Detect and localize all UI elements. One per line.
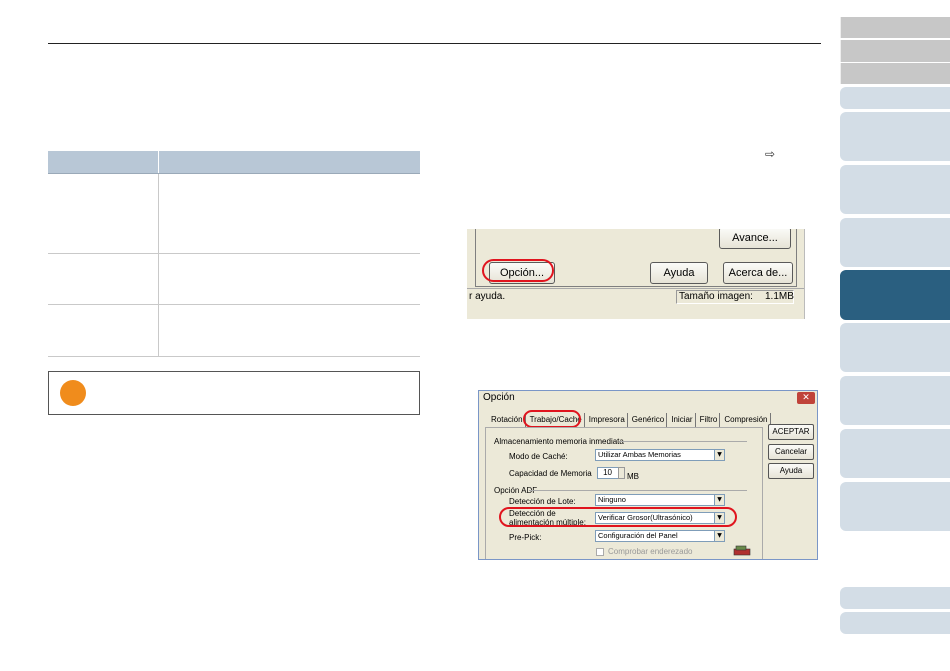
- scanner-dialog-screenshot: Avance... Opción... Ayuda Acerca de... r…: [467, 229, 805, 319]
- image-size-label: Tamaño imagen:: [679, 291, 753, 302]
- batch-detection-select[interactable]: Ninguno ▼: [595, 494, 725, 506]
- cache-mode-select[interactable]: Utilizar Ambas Memorias ▼: [595, 449, 725, 461]
- batch-detection-label: Detección de Lote:: [509, 497, 576, 506]
- advance-button[interactable]: Avance...: [719, 229, 791, 249]
- sidebar-tab-5[interactable]: [840, 112, 950, 161]
- cancel-button[interactable]: Cancelar: [768, 444, 814, 460]
- sidebar-tab-9[interactable]: [840, 323, 950, 372]
- tab-filter[interactable]: Filtro: [698, 413, 721, 427]
- dialog-title: Opción: [483, 392, 515, 403]
- check-skew-checkbox[interactable]: [596, 548, 604, 556]
- scanner-icon: [733, 545, 751, 556]
- chevron-down-icon: ▼: [714, 450, 724, 460]
- table-cell: [48, 174, 159, 253]
- batch-detection-value: Ninguno: [598, 495, 626, 504]
- status-bar: r ayuda. Tamaño imagen: 1.1MB: [467, 288, 804, 304]
- memory-capacity-stepper[interactable]: 10: [597, 467, 619, 479]
- table-row: [48, 174, 420, 254]
- memory-capacity-label: Capacidad de Memoria: [509, 469, 592, 478]
- close-icon[interactable]: ✕: [797, 392, 815, 404]
- chevron-down-icon: ▼: [714, 495, 724, 505]
- check-skew-label: Comprobar enderezado: [608, 547, 693, 556]
- status-text: r ayuda.: [469, 291, 506, 302]
- sidebar-tab-14[interactable]: [840, 612, 950, 634]
- tab-compression[interactable]: Compresión: [722, 413, 771, 427]
- sidebar-tab-12[interactable]: [840, 482, 950, 531]
- tab-rotation[interactable]: Rotación: [489, 413, 526, 427]
- option-dialog: Opción ✕ Rotación Trabajo/Caché Impresor…: [478, 390, 818, 560]
- sidebar-tab-8-active[interactable]: [840, 270, 950, 320]
- dialog-help-button[interactable]: Ayuda: [768, 463, 814, 479]
- sidebar-tab-6[interactable]: [840, 165, 950, 214]
- table-header-cell-1: [48, 151, 159, 173]
- chevron-down-icon: ▼: [714, 531, 724, 541]
- table-cell: [48, 254, 159, 304]
- arrow-right-icon: ⇨: [765, 147, 776, 161]
- sidebar-tab-11[interactable]: [840, 429, 950, 478]
- sidebar-tab-7[interactable]: [840, 218, 950, 267]
- tab-startup[interactable]: Iniciar: [669, 413, 696, 427]
- prepick-value: Configuración del Panel: [598, 531, 678, 540]
- tab-printer[interactable]: Impresora: [587, 413, 628, 427]
- tab-highlight-oval: [523, 410, 581, 428]
- section-divider: [619, 441, 747, 442]
- sidebar-tab-1[interactable]: [840, 17, 950, 38]
- attention-icon: [60, 380, 86, 406]
- sidebar-tab-3[interactable]: [840, 63, 950, 84]
- cache-mode-value: Utilizar Ambas Memorias: [598, 450, 681, 459]
- stepper-arrows-icon[interactable]: [618, 467, 625, 479]
- sidebar-tab-13[interactable]: [840, 587, 950, 609]
- sidebar-tab-4[interactable]: [840, 87, 950, 109]
- sidebar-tab-2[interactable]: [840, 40, 950, 62]
- dialog-titlebar: Opción ✕: [479, 391, 817, 405]
- table-row: [48, 305, 420, 357]
- help-button[interactable]: Ayuda: [650, 262, 708, 284]
- about-button[interactable]: Acerca de...: [723, 262, 793, 284]
- multifeed-highlight-oval: [499, 507, 737, 527]
- table-cell: [159, 254, 420, 304]
- table-cell: [48, 305, 159, 356]
- ok-button[interactable]: ACEPTAR: [768, 424, 814, 440]
- prepick-select[interactable]: Configuración del Panel ▼: [595, 530, 725, 542]
- memory-section-label: Almacenamiento memoria inmediata: [494, 437, 624, 446]
- memory-unit: MB: [627, 472, 639, 481]
- section-divider: [529, 490, 747, 491]
- sidebar-tab-10[interactable]: [840, 376, 950, 425]
- top-rule: [48, 43, 821, 44]
- highlight-oval: [482, 259, 554, 282]
- tab-generic[interactable]: Genérico: [630, 413, 668, 427]
- image-size-value: 1.1MB: [765, 291, 794, 302]
- attention-note-box: [48, 371, 420, 415]
- cache-mode-label: Modo de Caché:: [509, 452, 568, 461]
- prepick-label: Pre-Pick:: [509, 533, 542, 542]
- info-table: [48, 151, 420, 357]
- table-row: [48, 254, 420, 305]
- table-cell: [159, 174, 420, 253]
- table-cell: [159, 305, 420, 356]
- table-header: [48, 151, 420, 174]
